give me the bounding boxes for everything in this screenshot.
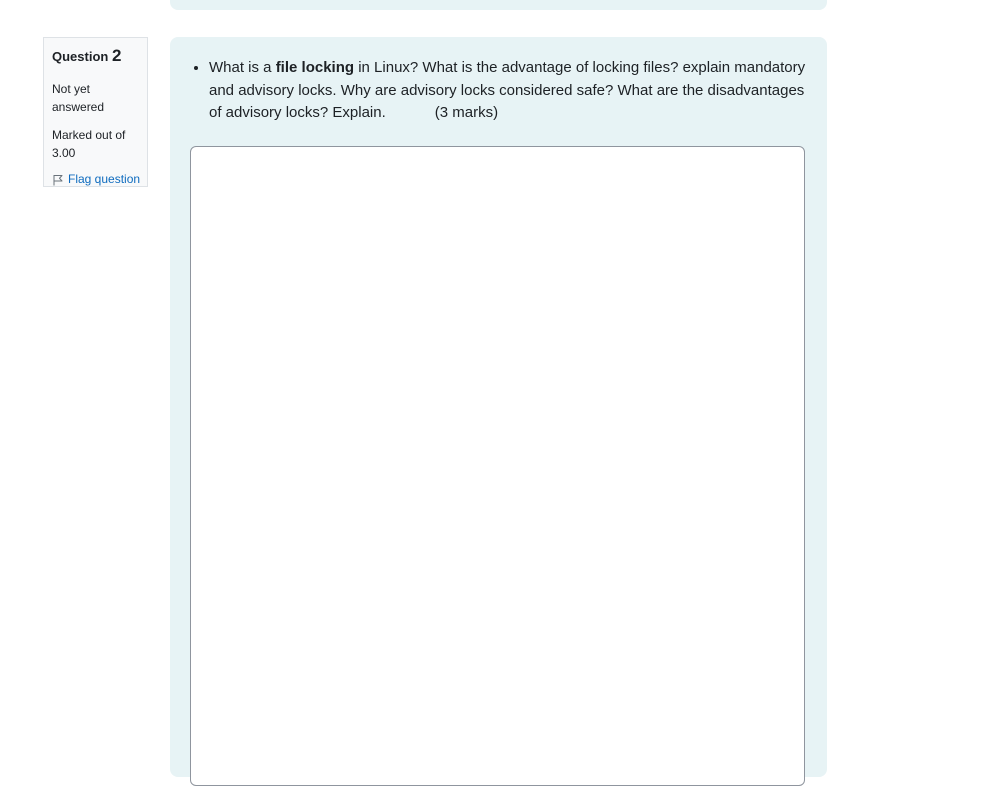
question-text-part1: What is a <box>209 59 276 76</box>
question-text: What is a file locking in Linux? What is… <box>190 57 810 125</box>
previous-question-content <box>170 0 827 10</box>
flag-question-label: Flag question <box>68 172 141 186</box>
question-grade: Marked out of 3.00 <box>52 128 126 160</box>
question-state: Not yet answered <box>52 82 105 114</box>
question-label: Question <box>52 49 109 64</box>
question-list: What is a file locking in Linux? What is… <box>190 57 810 125</box>
question-text-bold: file locking <box>275 59 355 76</box>
question-marks: (3 marks) <box>434 104 499 121</box>
question-content: What is a file locking in Linux? What is… <box>170 37 827 786</box>
answer-textarea[interactable] <box>190 146 805 786</box>
question-number: 2 <box>111 46 122 65</box>
flag-question-link[interactable]: Flag question <box>52 170 141 188</box>
question-list-item: What is a file locking in Linux? What is… <box>209 57 810 125</box>
flag-icon <box>52 173 64 186</box>
question-number-heading: Question 2 <box>52 46 139 68</box>
question-info-panel: Question 2 Not yet answered Marked out o… <box>43 37 148 187</box>
